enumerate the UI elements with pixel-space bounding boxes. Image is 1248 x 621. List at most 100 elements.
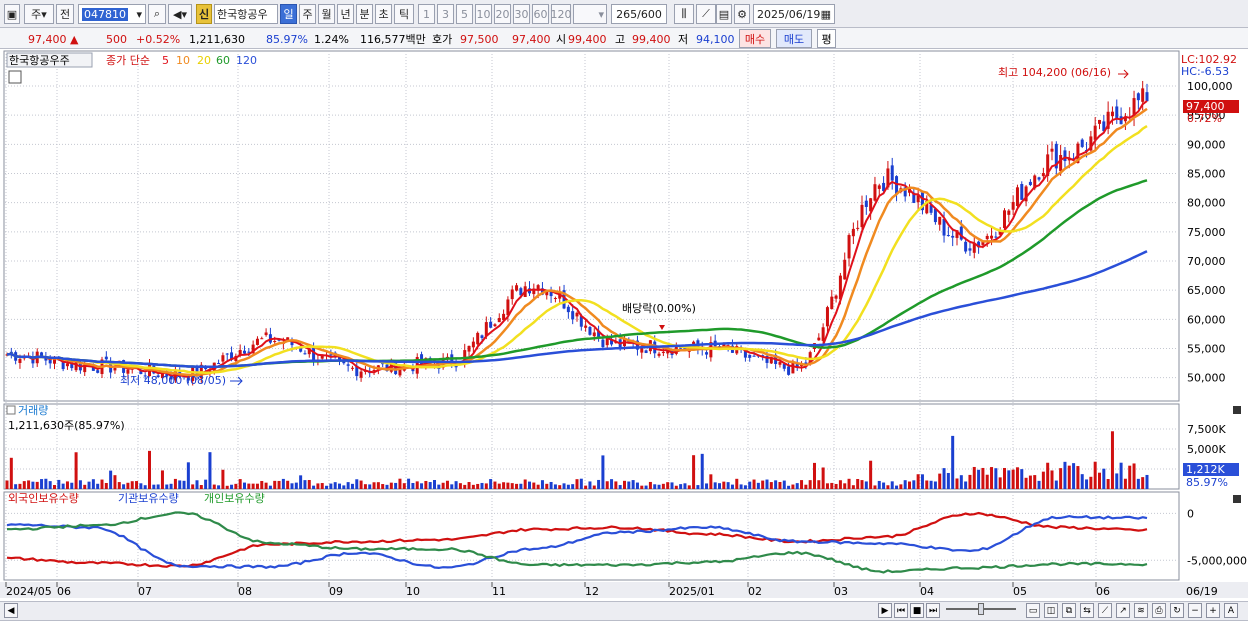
- candle-body: [860, 204, 864, 228]
- stop-icon[interactable]: ■: [910, 603, 924, 618]
- volume-tag-pct: 85.97%: [1186, 476, 1228, 489]
- holding-panel-close-icon[interactable]: [1233, 495, 1241, 503]
- period-day-tab[interactable]: 일: [280, 4, 297, 24]
- split-view-icon[interactable]: ◫: [1044, 603, 1058, 618]
- volume-bar: [882, 482, 886, 489]
- volume-bar: [83, 484, 87, 489]
- rewind-icon[interactable]: ⏮: [894, 603, 908, 618]
- volume-panel-icon[interactable]: [6, 405, 16, 415]
- candle-body: [752, 355, 756, 357]
- x-tick-label: 12: [585, 585, 599, 598]
- volume-bar: [57, 479, 61, 489]
- volume-bar: [1067, 465, 1071, 489]
- count-field[interactable]: 265/600: [611, 4, 667, 24]
- legend-ma120: 120: [236, 54, 257, 67]
- candle-body: [787, 366, 791, 375]
- legend-ma10: 10: [176, 54, 190, 67]
- line-tool-icon[interactable]: ⟋: [696, 4, 716, 24]
- calculator-icon[interactable]: [8, 70, 22, 84]
- fast-forward-icon[interactable]: ⏭: [926, 603, 940, 618]
- overlay-icon[interactable]: ⧉: [1062, 603, 1076, 618]
- interval-select[interactable]: ▾: [573, 4, 607, 24]
- dividend-annotation: 배당락(0.00%): [622, 302, 696, 315]
- volume-tick-label: 7,500K: [1187, 423, 1226, 436]
- sell-button[interactable]: 매도: [776, 29, 812, 48]
- volume-bar: [631, 480, 635, 489]
- stock-chart[interactable]: 100,00095,00090,00085,00080,00075,00070,…: [0, 49, 1248, 603]
- volume-bar: [800, 480, 804, 489]
- volume-bar: [536, 484, 540, 489]
- volume-bar: [1054, 480, 1058, 489]
- scroll-right-icon[interactable]: ▶: [878, 603, 892, 618]
- holding-tick-label: 0: [1187, 507, 1194, 520]
- candle-body: [476, 332, 480, 345]
- volume-bar: [1072, 463, 1076, 489]
- prev-button[interactable]: 전: [56, 4, 74, 24]
- compare-icon[interactable]: ⇆: [1080, 603, 1094, 618]
- volume-bar: [726, 482, 730, 489]
- period-minute-tab[interactable]: 분: [356, 4, 373, 24]
- volume-bar: [730, 484, 734, 489]
- scroll-left-icon[interactable]: ◀: [4, 603, 18, 618]
- volume-bar: [126, 482, 130, 489]
- period-tick-tab[interactable]: 틱: [394, 4, 414, 24]
- screenshot-icon[interactable]: ⎙: [1152, 603, 1166, 618]
- trend-icon[interactable]: ↗: [1116, 603, 1130, 618]
- date-field[interactable]: 2025/06/19 ▦: [753, 4, 835, 24]
- candle-body: [946, 235, 950, 237]
- buy-button[interactable]: 매수: [739, 29, 771, 48]
- volume-bar: [782, 480, 786, 489]
- interval-120-button[interactable]: 120: [551, 4, 572, 24]
- interval-10-button[interactable]: 10: [475, 4, 492, 24]
- sound-icon[interactable]: ◀▾: [168, 4, 192, 24]
- legend-stock-name: 한국항공우주: [9, 54, 70, 67]
- period-week-tab[interactable]: 주: [299, 4, 316, 24]
- volume-bar: [273, 480, 277, 489]
- candle-icon[interactable]: ⫼: [674, 4, 694, 24]
- avg-button[interactable]: 평: [817, 29, 836, 48]
- interval-5-button[interactable]: 5: [456, 4, 473, 24]
- candle-body: [778, 362, 782, 365]
- volume-bar: [687, 485, 691, 489]
- ask-price: 97,500: [460, 32, 499, 46]
- zoom-in-icon[interactable]: +: [1206, 603, 1220, 618]
- chevron-down-icon[interactable]: ▾: [136, 8, 142, 21]
- period-second-tab[interactable]: 초: [375, 4, 392, 24]
- volume-bar: [333, 482, 337, 489]
- period-month-tab[interactable]: 월: [318, 4, 335, 24]
- volume-panel-close-icon[interactable]: [1233, 406, 1241, 414]
- search-icon[interactable]: ⌕: [148, 4, 166, 24]
- zoom-out-icon[interactable]: −: [1188, 603, 1202, 618]
- period-year-tab[interactable]: 년: [337, 4, 354, 24]
- interval-20-button[interactable]: 20: [494, 4, 511, 24]
- volume-bar: [251, 483, 255, 489]
- draw-line-icon[interactable]: ⟋: [1098, 603, 1112, 618]
- volume-title: 거래량: [18, 404, 48, 417]
- candle-body: [571, 311, 575, 320]
- x-tick-label: 08: [238, 585, 252, 598]
- volume-bar: [445, 480, 449, 489]
- gear-icon[interactable]: ⚙: [734, 4, 750, 24]
- candle-body: [515, 285, 519, 291]
- volume-bar: [933, 481, 937, 489]
- interval-30-button[interactable]: 30: [513, 4, 530, 24]
- candle-body: [1110, 111, 1114, 117]
- interval-3-button[interactable]: 3: [437, 4, 454, 24]
- font-size-icon[interactable]: A: [1224, 603, 1238, 618]
- calendar-icon[interactable]: ▦: [821, 8, 831, 21]
- volume-bar: [528, 481, 531, 489]
- stock-code-input[interactable]: 047810 ▾: [78, 4, 146, 24]
- candle-body: [864, 200, 868, 207]
- layout-icon[interactable]: ▭: [1026, 603, 1040, 618]
- candle-body: [968, 248, 972, 251]
- change-percent: +0.52%: [136, 32, 181, 46]
- interval-60-button[interactable]: 60: [532, 4, 549, 24]
- zoom-slider-handle[interactable]: [978, 603, 984, 615]
- window-icon[interactable]: ▣: [4, 4, 20, 24]
- fib-icon[interactable]: ≋: [1134, 603, 1148, 618]
- market-select[interactable]: 주 ▾: [24, 4, 54, 24]
- interval-1-button[interactable]: 1: [418, 4, 435, 24]
- save-icon[interactable]: ▤: [716, 4, 732, 24]
- volume-bar: [1041, 471, 1045, 489]
- refresh-icon[interactable]: ↻: [1170, 603, 1184, 618]
